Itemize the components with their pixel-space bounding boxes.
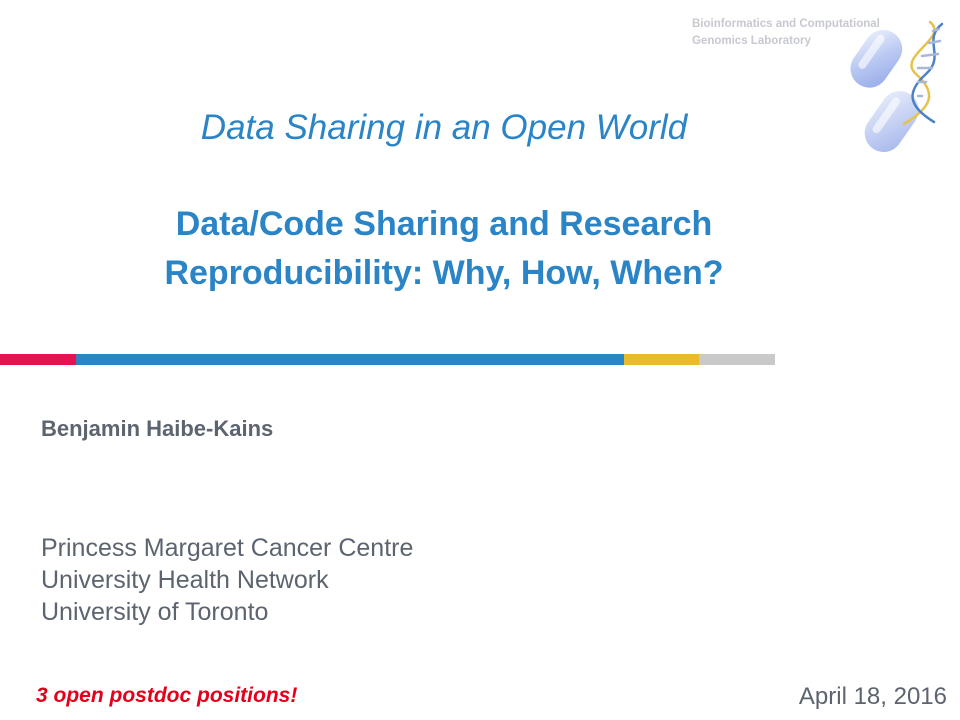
presentation-series-title: Data Sharing in an Open World	[200, 108, 688, 147]
color-divider-bar	[0, 354, 775, 365]
divider-segment-gray	[699, 354, 775, 365]
presentation-title-line-1: Data/Code Sharing and Research	[175, 205, 713, 243]
presentation-date: April 18, 2016	[798, 683, 947, 710]
postdoc-notice: 3 open postdoc positions!	[36, 684, 298, 707]
affiliation-line: University of Toronto	[41, 598, 269, 626]
presentation-title-line-2: Reproducibility: Why, How, When?	[164, 254, 724, 292]
author-name: Benjamin Haibe-Kains	[41, 416, 274, 441]
divider-segment-yellow	[624, 354, 699, 365]
presentation-title: Data/Code Sharing and Research Reproduci…	[0, 200, 888, 298]
affiliation-line: Princess Margaret Cancer Centre	[41, 534, 414, 562]
affiliations: Princess Margaret Cancer Centre Universi…	[41, 532, 413, 628]
affiliation-line: University Health Network	[41, 566, 329, 594]
divider-segment-red	[0, 354, 76, 365]
divider-segment-blue	[76, 354, 624, 365]
